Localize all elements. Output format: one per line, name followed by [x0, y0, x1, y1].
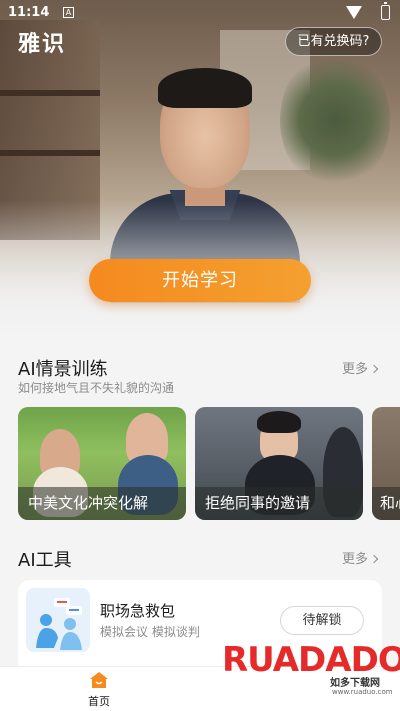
- scenario-card-label: 中美文化冲突化解: [18, 487, 186, 520]
- app-title: 雅识: [18, 32, 67, 57]
- scenario-card-label: 拒绝同事的邀请: [195, 487, 363, 520]
- notification-icon: A: [63, 7, 74, 18]
- home-icon: [90, 672, 108, 688]
- scenario-more-link[interactable]: 更多: [342, 358, 379, 377]
- shelf-plank: [0, 90, 100, 96]
- more-label: 更多: [342, 552, 369, 567]
- tool-name: 职场急救包: [100, 602, 176, 620]
- scenario-card[interactable]: 拒绝同事的邀请: [195, 407, 363, 520]
- tools-section-title: AI工具: [18, 550, 72, 571]
- chevron-right-icon: [369, 364, 379, 374]
- nav-item-label: 首页: [88, 695, 110, 708]
- tools-more-link[interactable]: 更多: [342, 548, 379, 567]
- status-time: 11:14: [8, 5, 50, 20]
- start-learning-button[interactable]: 开始学习: [89, 259, 311, 302]
- hair: [257, 411, 301, 433]
- redeem-code-button[interactable]: 已有兑换码?: [285, 27, 382, 56]
- status-bar: 11:14 A: [0, 0, 400, 26]
- scenario-card-label: 和心: [372, 487, 400, 520]
- watermark-text: 如多下载网: [330, 678, 380, 689]
- tool-description: 模拟会议 模拟谈判: [100, 625, 200, 639]
- scenario-card[interactable]: 中美文化冲突化解: [18, 407, 186, 520]
- meeting-illustration-icon: [36, 598, 82, 650]
- shelf-plank: [0, 150, 100, 156]
- scenario-card[interactable]: 和心: [372, 407, 400, 520]
- tool-thumbnail: [26, 588, 90, 652]
- battery-icon: [381, 2, 390, 20]
- chevron-right-icon: [369, 554, 379, 564]
- watermark-url: www.ruaduo.com: [332, 688, 393, 696]
- more-label: 更多: [342, 362, 369, 377]
- scenario-section-subtitle: 如何接地气且不失礼貌的沟通: [18, 381, 175, 395]
- scenario-section-title: AI情景训练: [18, 359, 108, 380]
- unlock-button[interactable]: 待解锁: [280, 606, 364, 635]
- watermark: RUADADO 如多下载网 www.ruaduo.com: [222, 640, 400, 700]
- wifi-icon: [346, 6, 362, 19]
